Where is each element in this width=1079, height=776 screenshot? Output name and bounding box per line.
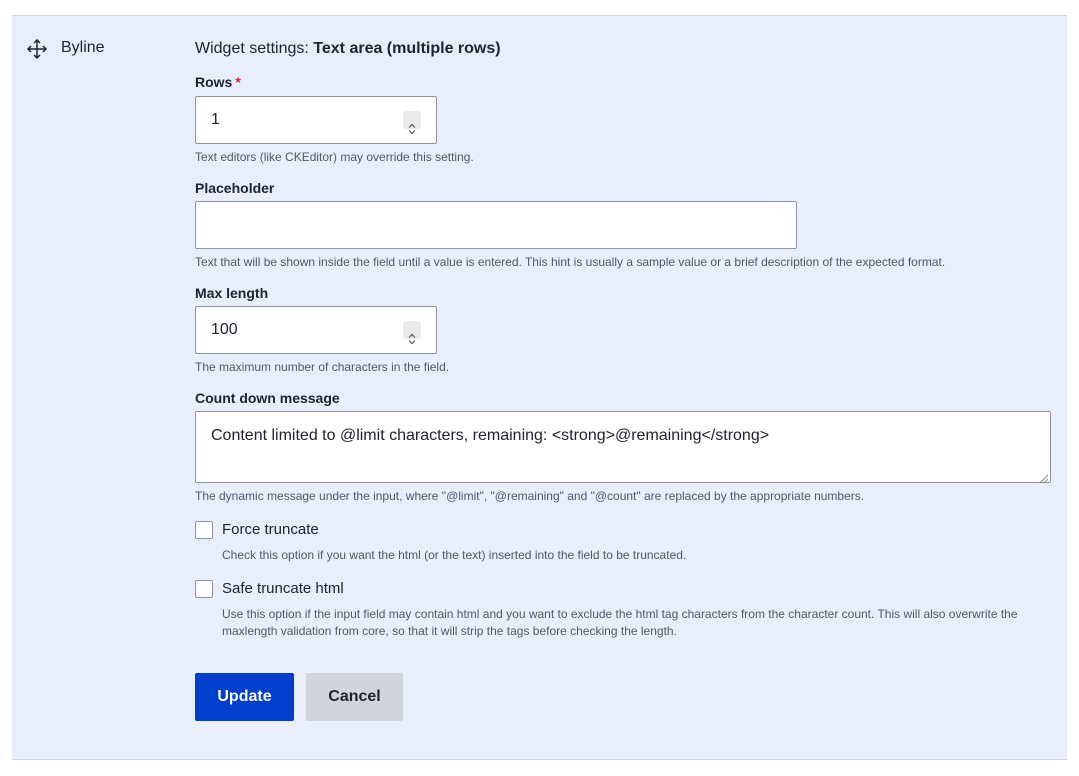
rows-description: Text editors (like CKEditor) may overrid… xyxy=(195,150,474,164)
max-length-label: Max length xyxy=(195,285,269,301)
update-button[interactable]: Update xyxy=(195,673,294,721)
safe-truncate-checkbox[interactable] xyxy=(195,580,213,598)
field-settings-panel: Byline Widget settings: Text area (multi… xyxy=(12,15,1067,760)
countdown-description: The dynamic message under the input, whe… xyxy=(195,489,865,503)
field-name-label: Byline xyxy=(61,39,105,56)
countdown-textarea-value: Content limited to @limit characters, re… xyxy=(211,427,770,444)
placeholder-label: Placeholder xyxy=(195,180,275,196)
max-length-input-value: 100 xyxy=(211,321,238,338)
number-spinner-icon[interactable] xyxy=(403,321,421,345)
move-arrows-icon[interactable] xyxy=(26,38,48,60)
number-spinner-icon[interactable] xyxy=(403,111,421,135)
countdown-textarea[interactable]: Content limited to @limit characters, re… xyxy=(195,411,1051,484)
heading-prefix: Widget settings: xyxy=(195,40,314,57)
widget-type: Text area (multiple rows) xyxy=(313,40,501,57)
max-length-input[interactable]: 100 xyxy=(195,306,437,354)
force-truncate-checkbox[interactable] xyxy=(195,521,213,539)
resize-grip-icon[interactable] xyxy=(1039,471,1049,484)
cancel-button[interactable]: Cancel xyxy=(306,673,403,721)
widget-settings-heading: Widget settings: Text area (multiple row… xyxy=(195,40,501,58)
rows-label: Rows * xyxy=(195,74,241,90)
safe-truncate-label[interactable]: Safe truncate html xyxy=(222,580,344,597)
rows-label-text: Rows xyxy=(195,74,233,90)
rows-input-value: 1 xyxy=(211,111,220,128)
force-truncate-description: Check this option if you want the html (… xyxy=(222,548,687,562)
placeholder-input[interactable] xyxy=(195,201,797,249)
force-truncate-label[interactable]: Force truncate xyxy=(222,521,319,538)
required-marker: * xyxy=(235,74,241,90)
placeholder-description: Text that will be shown inside the field… xyxy=(195,255,946,269)
countdown-label: Count down message xyxy=(195,390,340,406)
max-length-description: The maximum number of characters in the … xyxy=(195,360,450,374)
safe-truncate-description: Use this option if the input field may c… xyxy=(222,607,1018,638)
rows-input[interactable]: 1 xyxy=(195,96,437,144)
